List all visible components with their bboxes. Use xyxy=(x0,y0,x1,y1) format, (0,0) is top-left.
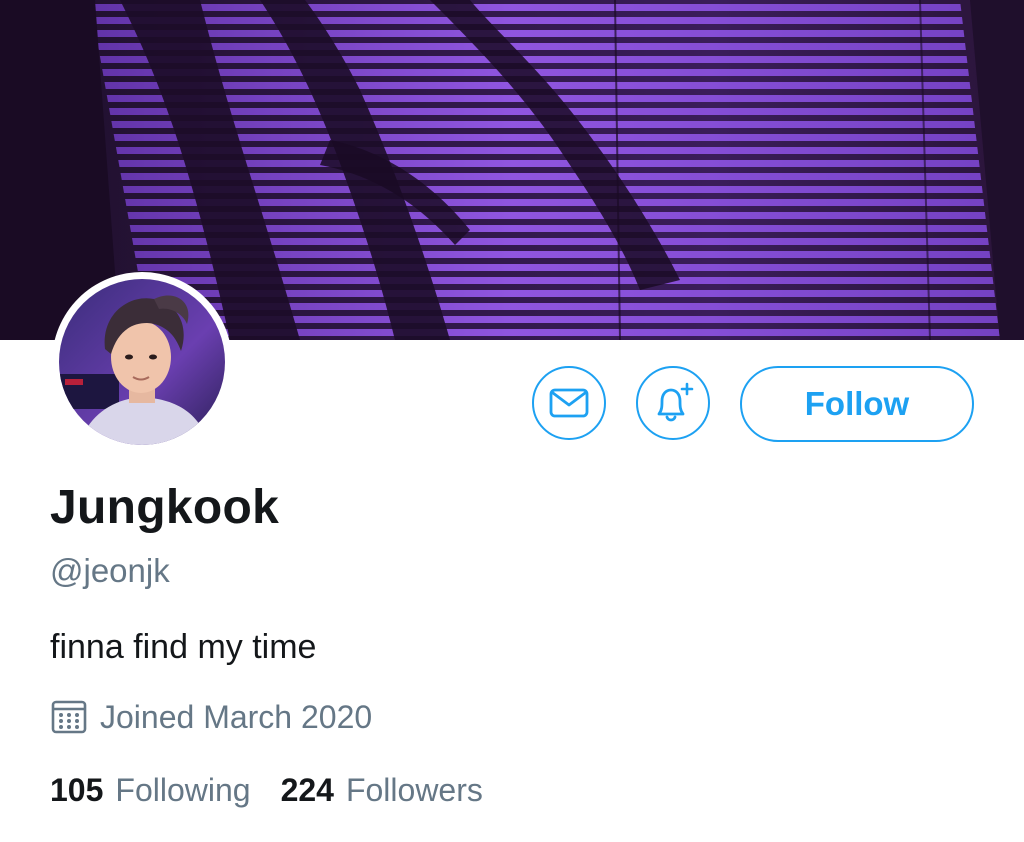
bell-plus-icon xyxy=(657,382,694,422)
notifications-button[interactable] xyxy=(636,366,710,440)
avatar[interactable] xyxy=(52,272,232,452)
followers-count: 224 xyxy=(280,772,334,808)
profile-page: Follow Jungkook @jeonjk finna find my ti… xyxy=(0,0,1024,842)
follow-button[interactable]: Follow xyxy=(740,366,974,442)
display-name: Jungkook xyxy=(50,481,280,534)
followers-link[interactable]: 224 Followers xyxy=(281,772,483,809)
bio: finna find my time xyxy=(50,628,317,666)
username-handle: @jeonjk xyxy=(50,552,170,589)
calendar-icon xyxy=(51,700,87,734)
message-button[interactable] xyxy=(532,366,606,440)
followers-label: Followers xyxy=(345,772,483,808)
avatar-image xyxy=(59,279,225,445)
follow-stats: 105 Following 224 Followers xyxy=(50,772,483,809)
following-count: 105 xyxy=(50,772,104,808)
following-link[interactable]: 105 Following xyxy=(50,772,251,809)
joined-date: Joined March 2020 xyxy=(50,696,372,738)
following-label: Following xyxy=(115,772,251,808)
joined-date-label: Joined March 2020 xyxy=(100,698,373,735)
envelope-icon xyxy=(549,388,589,418)
